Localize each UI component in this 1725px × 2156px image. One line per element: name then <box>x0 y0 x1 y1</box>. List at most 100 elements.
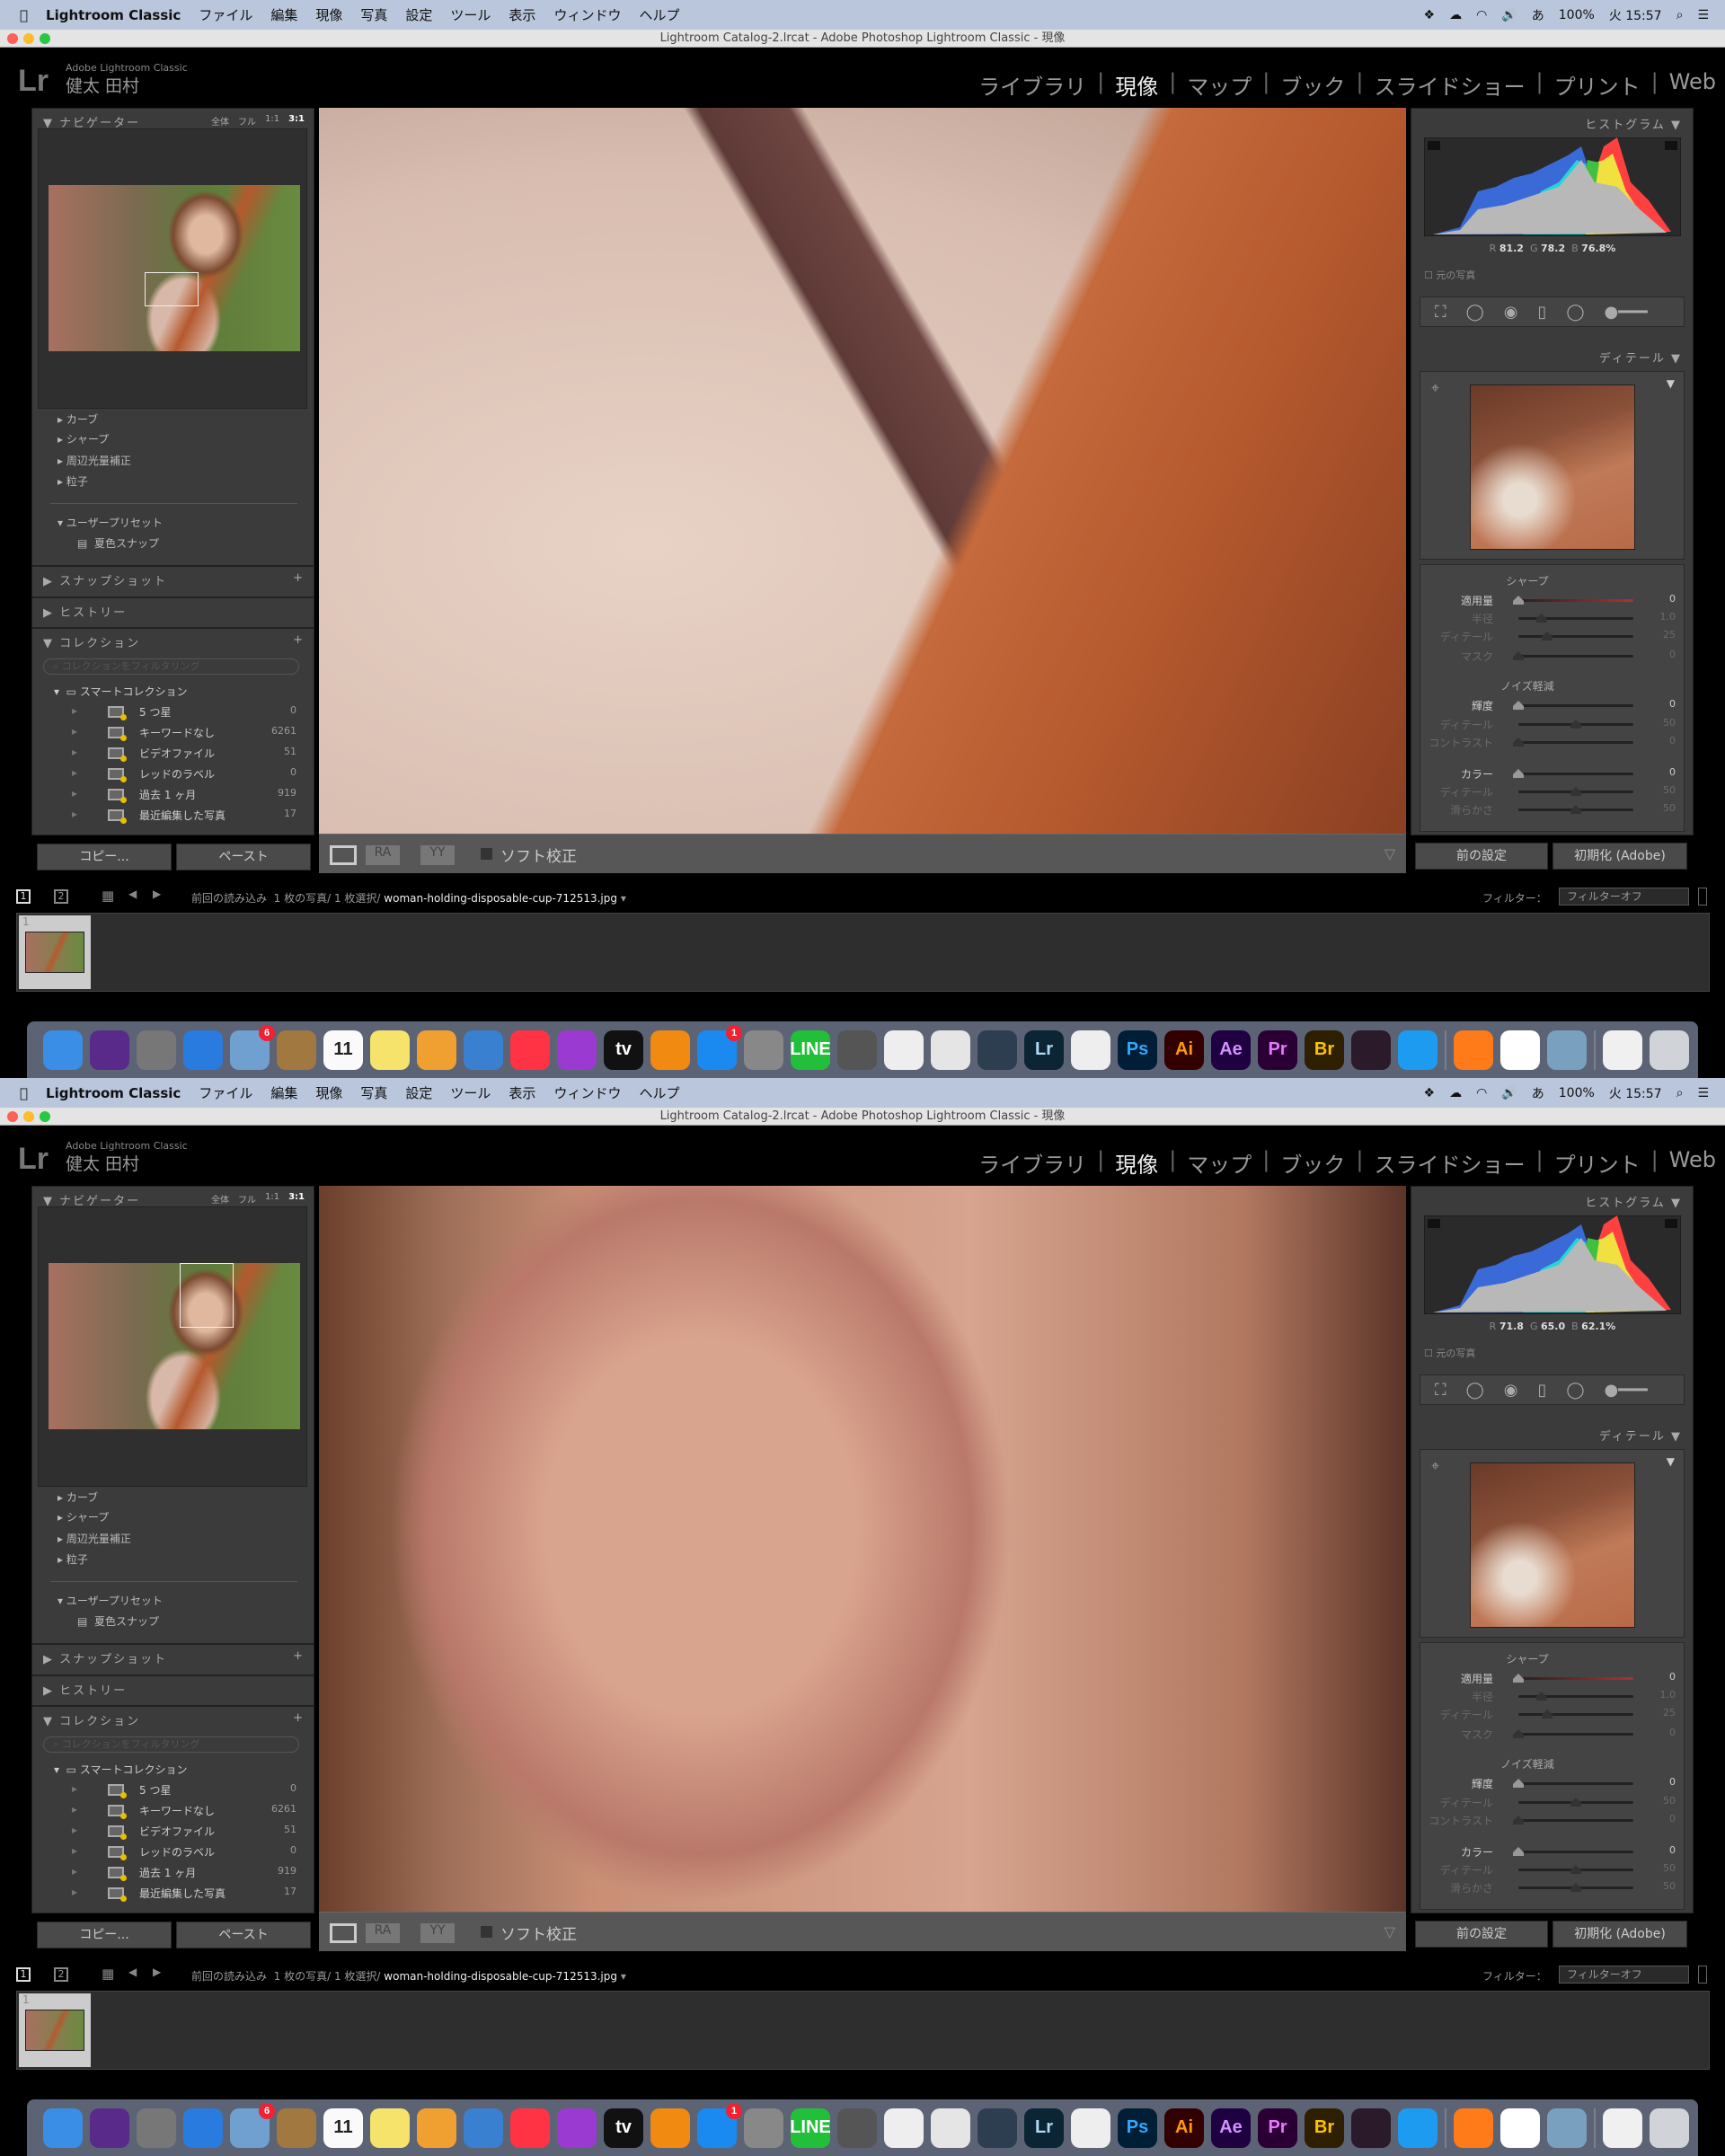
toolbar-menu-icon[interactable]: ▽ <box>1384 1923 1395 1940</box>
history-header[interactable]: ▶ ヒストリー <box>32 596 314 620</box>
menu-item[interactable]: ツール <box>450 5 491 24</box>
filmstrip-source[interactable]: 前回の読み込み 1 枚の写真/ 1 枚選択/ woman-holding-dis… <box>191 890 626 906</box>
menu-item[interactable]: 現像 <box>315 1083 342 1102</box>
collection-item[interactable]: ▸ 過去 1 ヶ月 919 <box>72 1865 296 1883</box>
radial-filter-icon[interactable]: ◯ <box>1566 1381 1584 1400</box>
paste-button[interactable]: ペースト <box>176 844 311 870</box>
navigator-preview[interactable] <box>49 185 300 351</box>
slider-value[interactable]: 0 <box>1649 1813 1676 1825</box>
toolbar-menu-icon[interactable]: ▽ <box>1384 845 1395 862</box>
graduated-filter-icon[interactable]: ▯ <box>1537 303 1546 322</box>
dock-system-preferences-icon[interactable] <box>744 2107 783 2148</box>
dock-siri-icon[interactable] <box>90 1029 129 1070</box>
collection-item[interactable]: ▸ 最近編集した写真 17 <box>72 808 296 826</box>
dock-line-icon[interactable]: LINE <box>790 2107 831 2148</box>
dock-trash-icon[interactable] <box>1650 1029 1689 1070</box>
before-after-button[interactable]: RA <box>366 1923 400 1943</box>
reset-button[interactable]: 初期化 (Adobe) <box>1552 1921 1687 1948</box>
slider-value[interactable]: 0 <box>1649 649 1676 660</box>
menu-item[interactable]: ツール <box>450 1083 491 1102</box>
dock-finder-icon[interactable] <box>43 1029 83 1070</box>
dock-siri-icon[interactable] <box>90 2107 129 2148</box>
module-0[interactable]: ライブラリ <box>978 69 1086 101</box>
filter-select[interactable]: フィルターオフ <box>1559 888 1689 906</box>
wifi-icon[interactable]: ◠ <box>1476 8 1487 22</box>
dock-launchpad-icon[interactable] <box>137 1029 176 1070</box>
redeye-icon[interactable]: ◉ <box>1504 1381 1518 1400</box>
menu-item[interactable]: 現像 <box>315 5 342 24</box>
back-arrow-icon[interactable]: ◀ <box>128 1966 137 1978</box>
cloud-icon[interactable]: ☁ <box>1449 8 1462 22</box>
apple-icon[interactable]:  <box>20 7 28 23</box>
soft-proof-checkbox[interactable] <box>481 1926 492 1938</box>
second-window-button[interactable]: 2 <box>54 1967 68 1982</box>
collection-item[interactable]: ▸ ビデオファイル 51 <box>72 746 296 764</box>
menu-item[interactable]: 設定 <box>405 1083 432 1102</box>
menu-item[interactable]: 設定 <box>405 5 432 24</box>
add-collection-icon[interactable]: + <box>293 633 305 647</box>
close-button[interactable] <box>7 1111 18 1122</box>
zoom-option[interactable]: 3:1 <box>288 114 305 128</box>
dock-chrome-icon[interactable] <box>931 1029 970 1070</box>
zoom-option[interactable]: フル <box>238 1192 256 1206</box>
dock-podcasts-icon[interactable] <box>557 2107 597 2148</box>
collection-item[interactable]: ▸ 5 つ星 0 <box>72 1782 296 1800</box>
slider-value[interactable]: 1.0 <box>1649 611 1676 623</box>
minimize-button[interactable] <box>23 33 34 44</box>
detail-header[interactable]: ディテール ▼ <box>1415 1427 1689 1444</box>
menu-app[interactable]: Lightroom Classic <box>46 7 181 23</box>
battery-percent[interactable]: 100% <box>1559 1086 1595 1100</box>
dock-chrome-icon[interactable] <box>931 2107 970 2148</box>
navigator-area[interactable] <box>38 128 307 409</box>
slider-track[interactable] <box>1518 704 1633 707</box>
back-arrow-icon[interactable]: ◀ <box>128 888 137 900</box>
module-4[interactable]: スライドショー <box>1374 1147 1525 1179</box>
volume-icon[interactable]: 🔊 <box>1501 8 1517 22</box>
dock-app-store-icon[interactable]: 1 <box>697 1024 742 1070</box>
slider-value[interactable]: 0 <box>1649 1776 1676 1788</box>
dropbox-icon[interactable]: ❖ <box>1424 8 1436 22</box>
slider-value[interactable]: 50 <box>1649 1880 1676 1892</box>
forward-arrow-icon[interactable]: ▶ <box>153 888 161 900</box>
ime-indicator[interactable]: あ <box>1532 1084 1544 1102</box>
reset-button[interactable]: 初期化 (Adobe) <box>1552 843 1687 870</box>
preset-group[interactable]: ▸ シャープ <box>58 431 109 446</box>
dock-notes-icon[interactable] <box>370 1029 410 1070</box>
radial-filter-icon[interactable]: ◯ <box>1566 303 1584 322</box>
slider-value[interactable]: 0 <box>1649 766 1676 778</box>
slider-track[interactable] <box>1518 617 1633 620</box>
dock-music-icon[interactable] <box>510 1029 550 1070</box>
zoom-option[interactable]: 1:1 <box>265 114 279 128</box>
menu-item[interactable]: ウィンドウ <box>553 5 621 24</box>
menu-item[interactable]: 表示 <box>509 5 535 24</box>
dock-pages-icon[interactable] <box>417 1029 456 1070</box>
navigator-preview[interactable] <box>49 1263 300 1429</box>
slider-value[interactable]: 0 <box>1649 1844 1676 1856</box>
battery-percent[interactable]: 100% <box>1559 8 1595 22</box>
slider-track[interactable] <box>1518 1713 1633 1716</box>
slider-value[interactable]: 1.0 <box>1649 1689 1676 1701</box>
navigator-area[interactable] <box>38 1206 307 1487</box>
shadow-clipping-toggle[interactable] <box>1428 141 1440 150</box>
second-window-button[interactable]: 2 <box>54 889 68 904</box>
module-1[interactable]: 現像 <box>1115 69 1158 101</box>
collection-item[interactable]: ▸ レッドのラベル 0 <box>72 766 296 784</box>
photo-canvas[interactable] <box>319 1186 1406 1912</box>
detail-header[interactable]: ディテール ▼ <box>1415 349 1689 366</box>
redeye-icon[interactable]: ◉ <box>1504 303 1518 322</box>
volume-icon[interactable]: 🔊 <box>1501 1086 1517 1100</box>
dock-illustrator-icon[interactable]: Ai <box>1164 1029 1204 1070</box>
menu-item[interactable]: ウィンドウ <box>553 1083 621 1102</box>
slider-value[interactable]: 50 <box>1649 1862 1676 1874</box>
module-2[interactable]: マップ <box>1187 1147 1252 1179</box>
module-1[interactable]: 現像 <box>1115 1147 1158 1179</box>
clock[interactable]: 火 15:57 <box>1609 1084 1662 1102</box>
before-after-split-button[interactable]: YY <box>420 1923 455 1943</box>
dock-books-icon[interactable] <box>650 2107 690 2148</box>
module-6[interactable]: Web <box>1669 69 1716 101</box>
zoom-button[interactable] <box>40 1111 50 1122</box>
slider-value[interactable]: 50 <box>1649 802 1676 814</box>
user-presets-group[interactable]: ▾ ユーザープリセット <box>58 515 163 530</box>
zoom-option[interactable]: 3:1 <box>288 1192 305 1206</box>
spot-removal-icon[interactable]: ◯ <box>1466 303 1484 322</box>
